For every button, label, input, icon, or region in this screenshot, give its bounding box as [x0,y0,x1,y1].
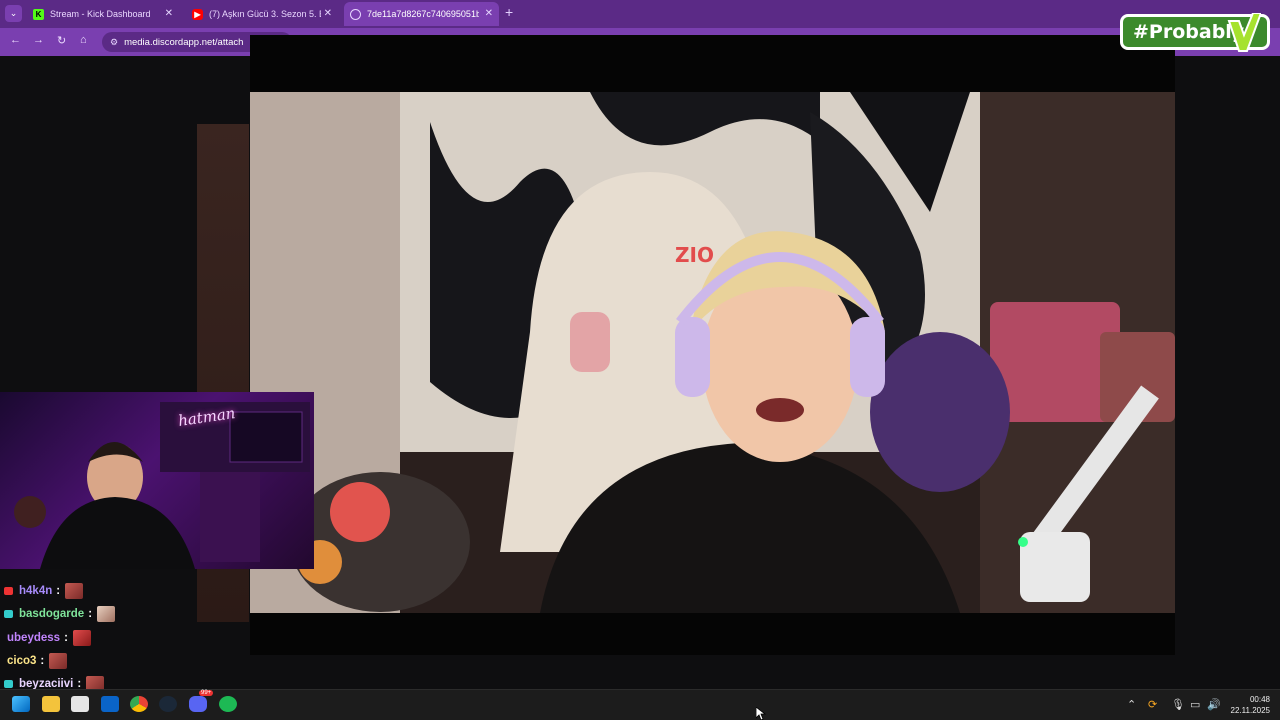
discord-icon[interactable]: 99+ [189,690,214,712]
tab-title: 7de11a7d8267c740695051b06 [367,9,479,19]
notification-badge: 99+ [199,690,214,696]
steam-icon[interactable] [159,696,177,712]
video-frame: ZIO [250,92,1175,613]
chat-separator: : [64,632,68,644]
close-icon[interactable]: ✕ [165,8,173,19]
chat-message: ubeydess : [7,628,91,648]
back-icon[interactable]: ← [10,34,21,46]
chat-message: h4k4n : [4,581,84,601]
tab-kick-dashboard[interactable]: K Stream - Kick Dashboard ✕ [27,2,179,26]
clock-date: 22.11.2025 [1230,706,1270,715]
chrome-icon[interactable] [130,696,148,712]
volume-icon[interactable]: 🔊 [1207,698,1221,711]
chat-separator: : [40,655,45,667]
spotify-icon[interactable] [219,696,237,712]
chair-logo-text: ZIO [675,243,714,267]
tab-discord-media[interactable]: 7de11a7d8267c740695051b06 ✕ [344,2,499,26]
tab-title: Stream - Kick Dashboard [50,9,151,19]
youtube-icon: ▶ [192,8,203,20]
chat-username: cico3 [7,655,37,667]
emote-icon [72,630,91,646]
kick-icon: K [33,8,44,20]
tab-title: (7) Aşkın Gücü 3. Sezon 5. Bölü [209,9,321,19]
chat-badge-icon [4,680,13,688]
new-tab-button[interactable]: + [505,4,513,20]
tab-search-button[interactable]: ⌄ [5,5,22,22]
chat-separator: : [88,608,93,620]
emote-icon [65,583,84,599]
sync-icon[interactable]: ⟳ [1148,698,1157,711]
system-clock[interactable]: 00:48 22.11.2025 [1226,694,1270,716]
file-explorer-icon[interactable] [42,696,60,712]
chevron-up-icon[interactable]: ⌃ [1127,698,1136,711]
plus-icon: + [505,4,514,20]
chat-badge-icon [4,587,13,595]
clock-time: 00:48 [1249,695,1270,704]
url-text: media.discordapp.net/attach [124,36,244,48]
close-icon[interactable]: ✕ [324,8,332,19]
chat-message: basdogarde : [4,604,116,624]
chat-badge-icon [4,610,13,618]
microphone-icon[interactable]: 🎙 [1171,698,1185,711]
close-icon[interactable]: ✕ [485,8,493,19]
site-info-icon[interactable]: ⚙ [110,37,118,48]
chat-separator: : [56,585,61,597]
webcam-scene [14,402,310,569]
chevron-down-icon: ⌄ [9,8,18,18]
chat-username: basdogarde [19,608,85,620]
emote-icon [49,653,68,669]
stream-scene: ZIO [250,92,1175,613]
windows-start-icon[interactable] [12,696,30,712]
globe-icon [350,8,361,20]
mouse-cursor-icon [756,707,766,720]
chat-message: cico3 : [7,651,68,671]
checkmark-icon [1227,13,1261,52]
forward-icon[interactable]: → [33,34,44,46]
store-icon[interactable] [71,696,89,712]
outlook-icon[interactable] [101,696,119,712]
probably-sticker: #Probably [1120,13,1270,52]
network-icon[interactable]: ▭ [1190,698,1200,711]
home-icon[interactable]: ⌂ [80,34,87,46]
chat-username: ubeydess [7,632,61,644]
reload-icon[interactable]: ↻ [57,34,66,47]
emote-icon [97,606,116,622]
tab-youtube[interactable]: ▶ (7) Aşkın Gücü 3. Sezon 5. Bölü ✕ [186,2,338,26]
chat-username: h4k4n [19,585,53,597]
webcam-overlay: hatman [0,392,314,569]
